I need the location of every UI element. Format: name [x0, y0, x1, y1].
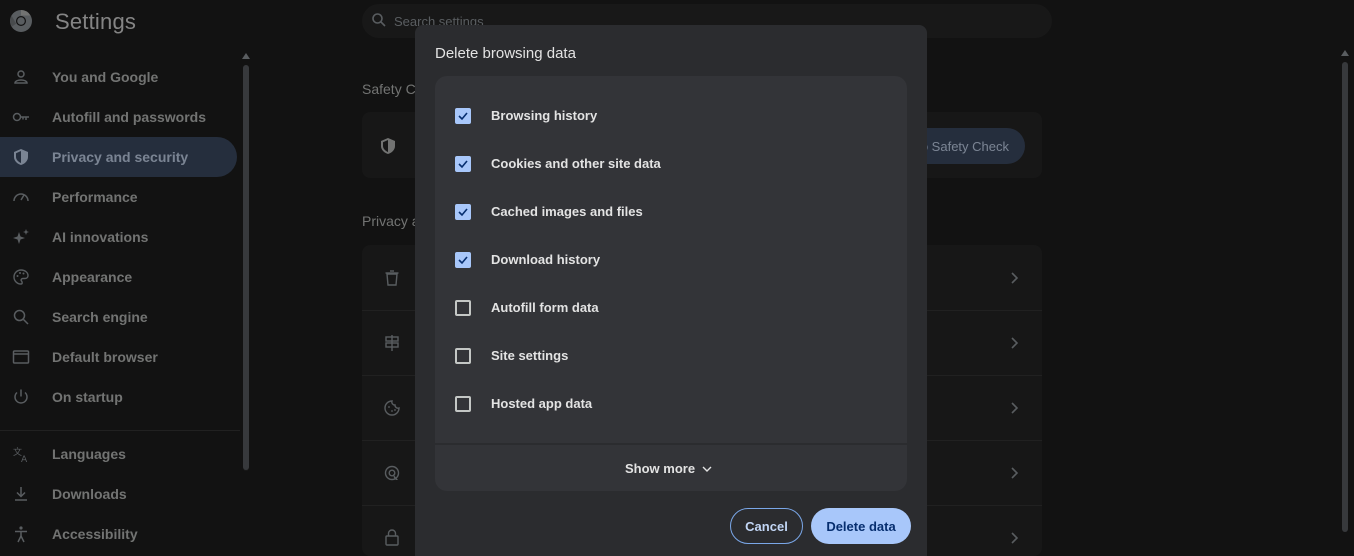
option-cookies[interactable]: Cookies and other site data [435, 140, 907, 188]
option-autofill-form-data[interactable]: Autofill form data [435, 284, 907, 332]
option-download-history[interactable]: Download history [435, 236, 907, 284]
option-site-settings[interactable]: Site settings [435, 332, 907, 380]
checkbox-checked[interactable] [455, 204, 471, 220]
checkbox-unchecked[interactable] [455, 396, 471, 412]
show-more-button[interactable]: Show more [435, 445, 907, 491]
checkbox-checked[interactable] [455, 156, 471, 172]
checkmark-icon [458, 208, 468, 217]
checkmark-icon [458, 256, 468, 265]
cancel-button[interactable]: Cancel [730, 508, 803, 544]
checkmark-icon [458, 112, 468, 121]
option-hosted-app-data[interactable]: Hosted app data [435, 380, 907, 428]
checkmark-icon [458, 160, 468, 169]
show-more-label: Show more [625, 461, 696, 476]
checkbox-checked[interactable] [455, 108, 471, 124]
delete-data-button[interactable]: Delete data [811, 508, 911, 544]
checkbox-checked[interactable] [455, 252, 471, 268]
chevron-down-icon [702, 466, 712, 472]
option-label: Cached images and files [491, 204, 643, 219]
delete-browsing-data-dialog: Delete browsing data Browsing history Co… [415, 25, 927, 556]
option-label: Browsing history [491, 108, 598, 123]
options-panel: Browsing history Cookies and other site … [435, 76, 907, 491]
option-browsing-history[interactable]: Browsing history [435, 92, 907, 140]
option-label: Autofill form data [491, 300, 599, 315]
option-cached-images[interactable]: Cached images and files [435, 188, 907, 236]
checkbox-unchecked[interactable] [455, 300, 471, 316]
dialog-title: Delete browsing data [435, 45, 576, 62]
settings-window: Settings Search settings You and Google … [0, 0, 1354, 556]
option-label: Site settings [491, 348, 569, 363]
option-label: Hosted app data [491, 396, 593, 411]
option-label: Cookies and other site data [491, 156, 661, 171]
option-label: Download history [491, 252, 601, 267]
checkbox-unchecked[interactable] [455, 348, 471, 364]
